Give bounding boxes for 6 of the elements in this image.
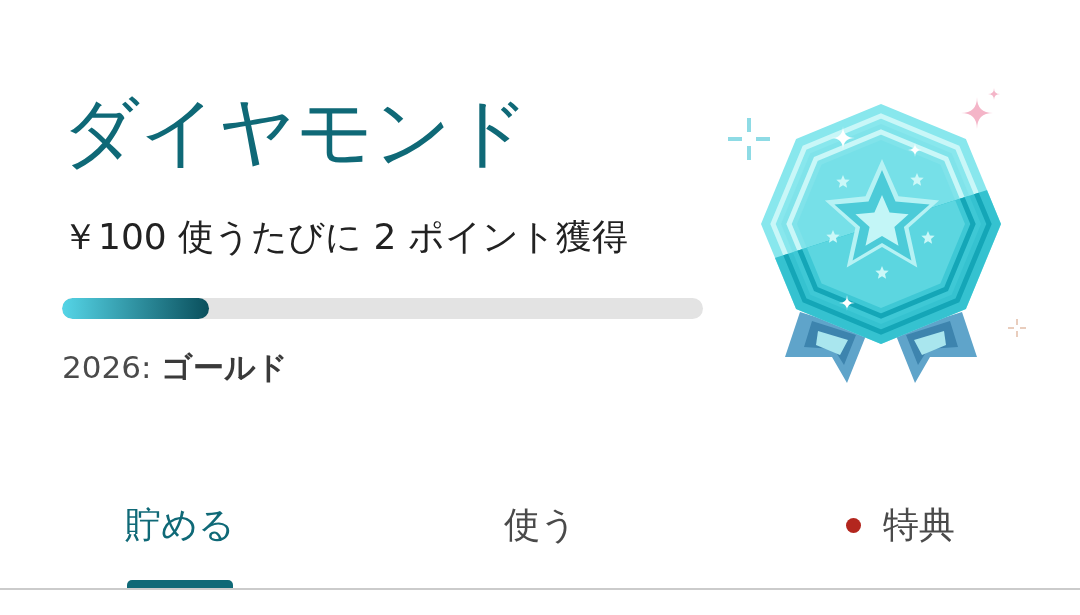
tier-title: ダイヤモンド	[62, 88, 530, 176]
tab[interactable]: 使う	[360, 470, 720, 588]
tab[interactable]: 特典	[720, 470, 1080, 588]
tab[interactable]: 貯める	[0, 470, 360, 588]
next-year-tier-text: 2026: ゴールド	[62, 349, 289, 386]
earn-rate-text: ￥100 使うたびに 2 ポイント獲得	[62, 215, 628, 260]
